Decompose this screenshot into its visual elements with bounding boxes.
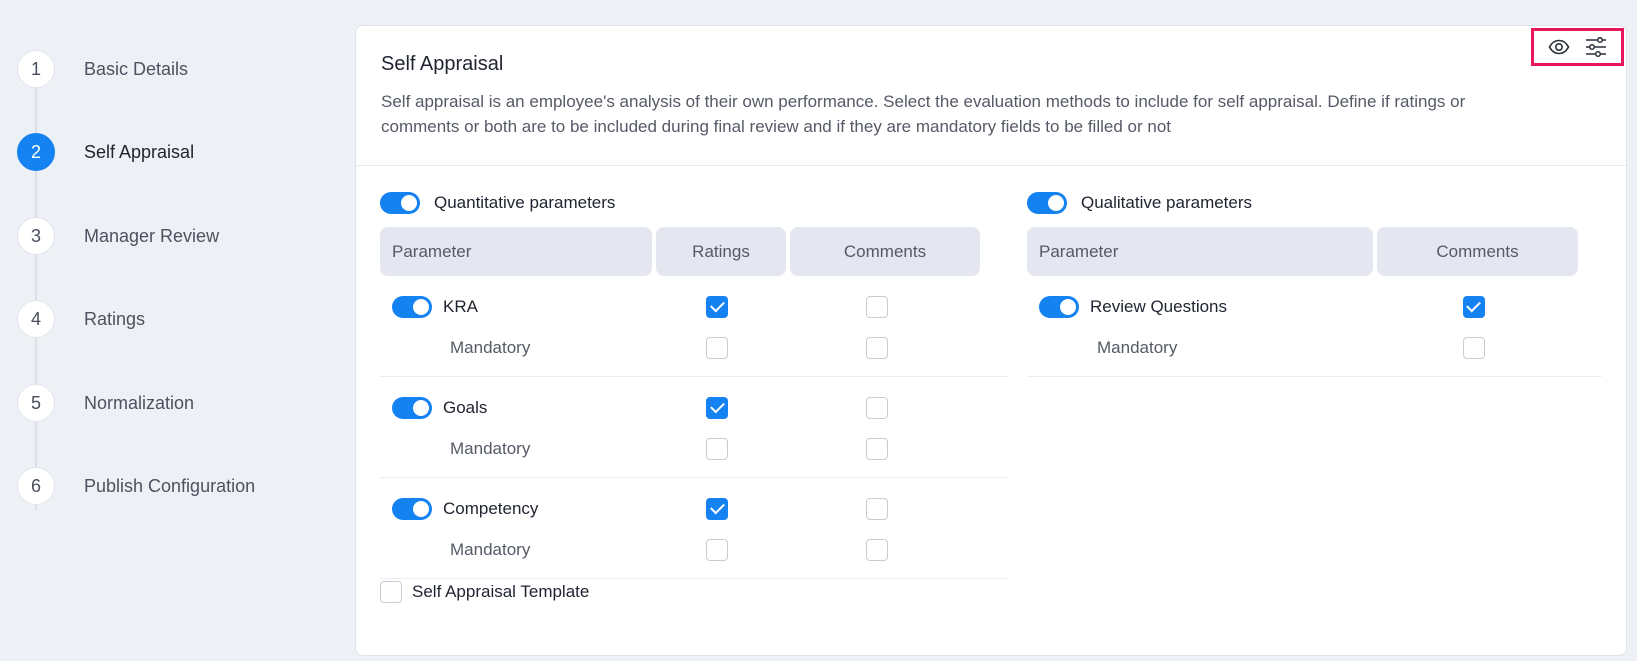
step-label: Manager Review [84,225,220,246]
parameter-name: Competency [443,498,539,518]
qualitative-header: Qualitative parameters [1027,191,1602,215]
step-ratings[interactable]: 4 Ratings [17,300,145,338]
self-appraisal-template-label: Self Appraisal Template [412,582,590,601]
step-label: Publish Configuration [84,475,256,496]
qualitative-table-header: Parameter Comments [1027,227,1602,276]
review-questions-mandatory-comments-checkbox[interactable] [1462,336,1485,359]
step-number: 3 [17,217,55,255]
sliders-icon[interactable] [1584,35,1608,59]
table-row-kra: KRA Mandatory [380,276,1008,377]
step-number: 6 [17,467,55,505]
kra-ratings-checkbox[interactable] [706,295,728,318]
kra-toggle[interactable] [392,295,432,318]
competency-toggle[interactable] [392,497,432,520]
step-number: 5 [17,384,55,422]
quantitative-header: Quantitative parameters [380,191,1008,215]
quantitative-label: Quantitative parameters [434,193,616,212]
goals-ratings-checkbox[interactable] [706,396,728,419]
goals-toggle[interactable] [392,396,432,419]
page-description: Self appraisal is an employee's analysis… [381,92,1466,136]
competency-comments-checkbox[interactable] [866,497,888,520]
step-basic-details[interactable]: 1 Basic Details [17,50,188,88]
goals-mandatory-ratings-checkbox[interactable] [706,437,728,460]
quantitative-table-header: Parameter Ratings Comments [380,227,1008,276]
quantitative-section: Quantitative parameters Parameter Rating… [380,191,1008,579]
step-label: Normalization [84,392,195,413]
step-label: Self Appraisal [84,141,195,162]
step-publish-configuration[interactable]: 6 Publish Configuration [17,467,255,505]
step-self-appraisal[interactable]: 2 Self Appraisal [17,133,194,171]
qualitative-section: Qualitative parameters Parameter Comment… [1027,191,1602,377]
mandatory-label: Mandatory [1097,337,1178,357]
kra-comments-checkbox[interactable] [866,295,888,318]
column-header-parameter: Parameter [1027,227,1373,276]
goals-comments-checkbox[interactable] [866,396,888,419]
eye-icon[interactable] [1547,35,1571,59]
table-row-competency: Competency Mandatory [380,478,1008,579]
step-number: 2 [17,133,55,171]
review-questions-toggle[interactable] [1039,295,1079,318]
competency-mandatory-ratings-checkbox[interactable] [706,538,728,561]
qualitative-toggle[interactable] [1027,192,1067,214]
column-header-comments: Comments [1377,227,1578,276]
quantitative-toggle[interactable] [380,192,420,214]
goals-mandatory-comments-checkbox[interactable] [866,437,888,460]
page-title: Self Appraisal [381,53,504,75]
column-header-parameter: Parameter [380,227,652,276]
qualitative-label: Qualitative parameters [1081,193,1253,212]
step-label: Basic Details [84,58,189,79]
mandatory-label: Mandatory [450,337,531,357]
step-normalization[interactable]: 5 Normalization [17,384,194,422]
step-number: 4 [17,300,55,338]
step-label: Ratings [84,308,146,329]
parameter-name: Goals [443,397,488,417]
step-manager-review[interactable]: 3 Manager Review [17,217,219,255]
mandatory-label: Mandatory [450,539,531,559]
parameter-name: KRA [443,296,478,316]
mandatory-label: Mandatory [450,438,531,458]
card-header: Self Appraisal Self appraisal is an empl… [356,26,1626,166]
step-number: 1 [17,50,55,88]
column-header-comments: Comments [790,227,980,276]
table-row-review-questions: Review Questions Mandatory [1027,276,1602,377]
table-row-goals: Goals Mandatory [380,377,1008,478]
review-questions-comments-checkbox[interactable] [1462,295,1485,318]
header-tools-highlight [1531,28,1624,66]
column-header-ratings: Ratings [656,227,786,276]
competency-ratings-checkbox[interactable] [706,497,728,520]
competency-mandatory-comments-checkbox[interactable] [866,538,888,561]
kra-mandatory-comments-checkbox[interactable] [866,336,888,359]
parameter-name: Review Questions [1090,296,1228,316]
kra-mandatory-ratings-checkbox[interactable] [706,336,728,359]
self-appraisal-template-checkbox[interactable] [380,581,402,603]
self-appraisal-card: Self Appraisal Self appraisal is an empl… [355,25,1627,656]
self-appraisal-template-option[interactable]: Self Appraisal Template [380,581,589,603]
